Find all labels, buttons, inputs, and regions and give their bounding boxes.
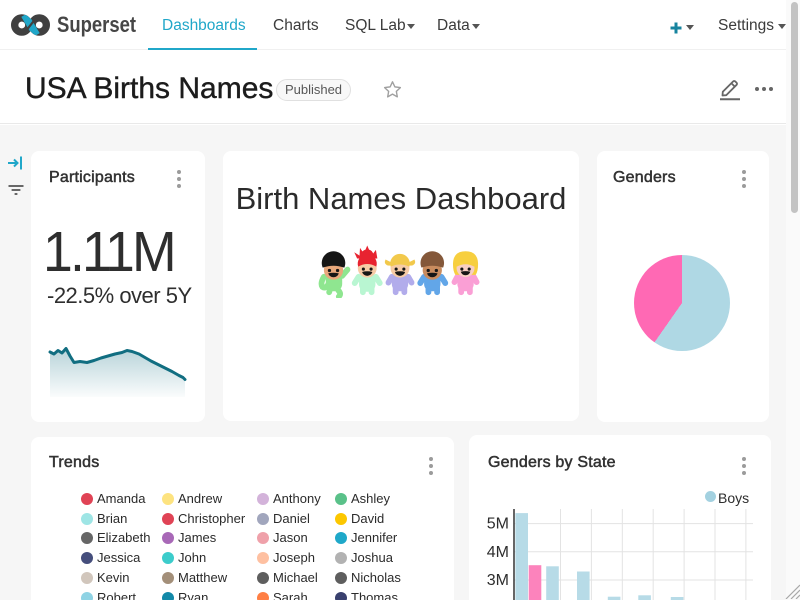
svg-text:3M: 3M [487,572,509,589]
svg-text:4M: 4M [487,544,509,561]
svg-text:5M: 5M [487,516,509,533]
